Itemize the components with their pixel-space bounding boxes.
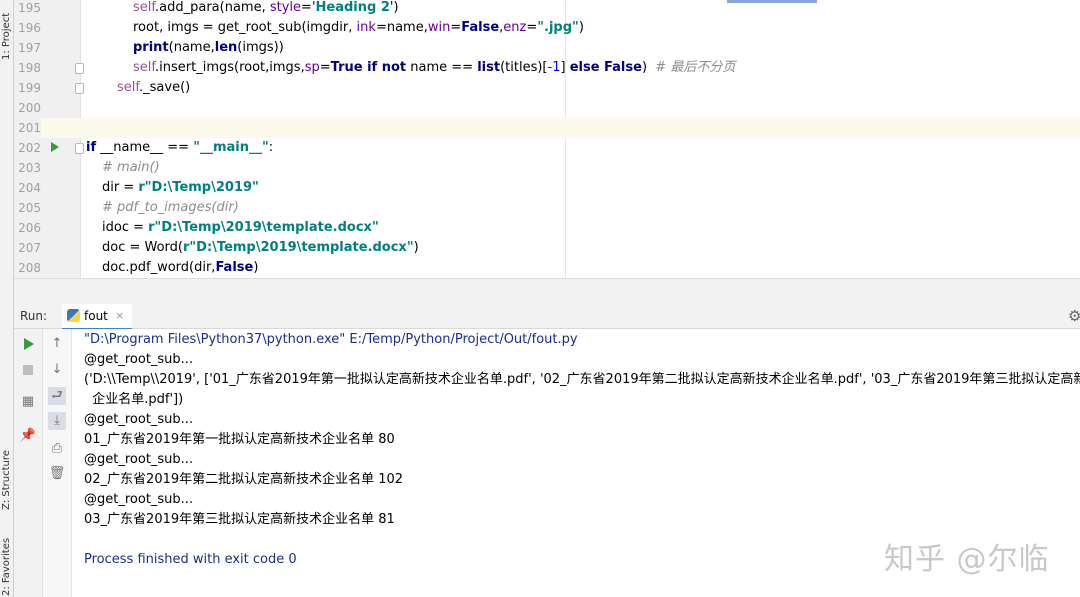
console-line: @get_root_sub... xyxy=(84,492,194,507)
line-number: 205 xyxy=(14,198,41,218)
layout-icon[interactable]: ▦ xyxy=(19,393,37,411)
console-line: 01_广东省2019年第一批拟认定高新技术企业名单 80 xyxy=(84,432,395,447)
code-text: if __name__ == "__main__": xyxy=(86,140,274,155)
code-line[interactable]: 203 # main() xyxy=(14,158,1080,178)
side-tab-structure[interactable]: Z: Structure xyxy=(0,430,13,510)
console-line: ('D:\\Temp\\2019', ['01_广东省2019年第一批拟认定高新… xyxy=(84,372,1080,387)
code-text: idoc = r"D:\Temp\2019\template.docx" xyxy=(102,220,379,235)
console-line: "D:\Program Files\Python37\python.exe" E… xyxy=(84,332,578,347)
line-number: 197 xyxy=(14,38,41,58)
code-line[interactable]: 201 xyxy=(14,118,1080,138)
side-tab-favorites[interactable]: 2: Favorites xyxy=(0,530,13,596)
play-icon[interactable] xyxy=(19,335,37,353)
side-tab-project-label: 1: Project xyxy=(1,12,12,60)
line-number: 203 xyxy=(14,158,41,178)
code-text: print(name,len(imgs)) xyxy=(133,40,284,55)
line-number: 207 xyxy=(14,238,41,258)
code-text: # pdf_to_images(dir) xyxy=(102,200,239,215)
code-text: self._save() xyxy=(117,80,191,95)
console-line: @get_root_sub... xyxy=(84,412,194,427)
side-tab-favorites-label: 2: Favorites xyxy=(1,537,12,596)
fold-marker-icon[interactable] xyxy=(75,143,84,154)
code-text: doc.pdf_word(dir,False) xyxy=(102,260,259,275)
scroll-to-end-icon[interactable]: ⤓ xyxy=(48,412,66,430)
console-line: 企业名单.pdf']) xyxy=(84,392,184,407)
code-line[interactable]: 195 self.add_para(name, style='Heading 2'… xyxy=(14,0,1080,18)
console-line: Process finished with exit code 0 xyxy=(84,552,297,567)
run-toolbar-primary: ▦ 📌 xyxy=(14,329,43,597)
line-number: 204 xyxy=(14,178,41,198)
side-tab-project[interactable]: 1: Project xyxy=(0,4,13,64)
console-line: @get_root_sub... xyxy=(84,352,194,367)
run-tab-fout[interactable]: fout × xyxy=(62,304,132,330)
code-line[interactable]: 202 if __name__ == "__main__": xyxy=(14,138,1080,158)
code-line[interactable]: 206 idoc = r"D:\Temp\2019\template.docx" xyxy=(14,218,1080,238)
side-tab-structure-label: Z: Structure xyxy=(1,450,12,510)
trash-icon[interactable]: 🗑 xyxy=(48,465,66,483)
code-text: # main() xyxy=(102,160,160,175)
python-icon xyxy=(67,309,80,322)
run-toolbar-secondary: ↑ ↓ ⮐ ⤓ ⎙ 🗑 xyxy=(43,329,72,597)
close-icon[interactable]: × xyxy=(115,309,124,322)
code-line[interactable]: 204 dir = r"D:\Temp\2019" xyxy=(14,178,1080,198)
line-number: 199 xyxy=(14,78,41,98)
run-tab-label: fout xyxy=(84,309,108,323)
code-text: self.insert_imgs(root,imgs,sp=True if no… xyxy=(133,60,736,75)
pin-icon[interactable]: 📌 xyxy=(19,427,37,445)
code-text: root, imgs = get_root_sub(imgdir, ink=na… xyxy=(133,20,584,35)
watermark: 知乎 @尔临 xyxy=(884,542,1050,577)
fold-marker-icon[interactable] xyxy=(75,63,84,74)
run-gutter-icon[interactable] xyxy=(51,142,59,152)
console-line: @get_root_sub... xyxy=(84,452,194,467)
code-line[interactable]: 199 self._save() xyxy=(14,78,1080,98)
code-line[interactable]: 208 doc.pdf_word(dir,False) xyxy=(14,258,1080,278)
code-text: self.add_para(name, style='Heading 2') xyxy=(133,0,399,15)
gear-icon[interactable]: ⚙ xyxy=(1068,307,1080,325)
left-tool-strip: 1: Project Z: Structure 2: Favorites xyxy=(0,0,14,597)
line-number: 196 xyxy=(14,18,41,38)
line-number: 208 xyxy=(14,258,41,278)
code-line[interactable]: 205 # pdf_to_images(dir) xyxy=(14,198,1080,218)
editor-run-separator[interactable] xyxy=(14,278,1080,305)
soft-wrap-icon[interactable]: ⮐ xyxy=(48,387,66,405)
console-line: 03_广东省2019年第三批拟认定高新技术企业名单 81 xyxy=(84,512,395,527)
line-number: 200 xyxy=(14,98,41,118)
code-text: doc = Word(r"D:\Temp\2019\template.docx"… xyxy=(102,240,419,255)
code-line[interactable]: 197 print(name,len(imgs)) xyxy=(14,38,1080,58)
stop-icon[interactable] xyxy=(19,361,37,379)
code-line[interactable]: 207 doc = Word(r"D:\Temp\2019\template.do… xyxy=(14,238,1080,258)
print-icon[interactable]: ⎙ xyxy=(48,440,66,458)
line-number: 202 xyxy=(14,138,41,158)
arrow-up-icon[interactable]: ↑ xyxy=(48,335,66,353)
line-number: 206 xyxy=(14,218,41,238)
code-line[interactable]: 196 root, imgs = get_root_sub(imgdir, ink… xyxy=(14,18,1080,38)
code-line[interactable]: 200 xyxy=(14,98,1080,118)
code-line[interactable]: 198 self.insert_imgs(root,imgs,sp=True if… xyxy=(14,58,1080,78)
fold-marker-icon[interactable] xyxy=(75,83,84,94)
console-line: 02_广东省2019年第二批拟认定高新技术企业名单 102 xyxy=(84,472,404,487)
run-panel-header: Run: fout × ⚙ xyxy=(14,304,1080,330)
arrow-down-icon[interactable]: ↓ xyxy=(48,361,66,379)
line-number: 198 xyxy=(14,58,41,78)
line-number: 195 xyxy=(14,0,41,18)
line-number: 201 xyxy=(14,118,41,138)
run-label: Run: xyxy=(20,309,48,323)
code-text: dir = r"D:\Temp\2019" xyxy=(102,180,259,195)
code-editor[interactable]: 195 self.add_para(name, style='Heading 2'… xyxy=(14,0,1080,278)
